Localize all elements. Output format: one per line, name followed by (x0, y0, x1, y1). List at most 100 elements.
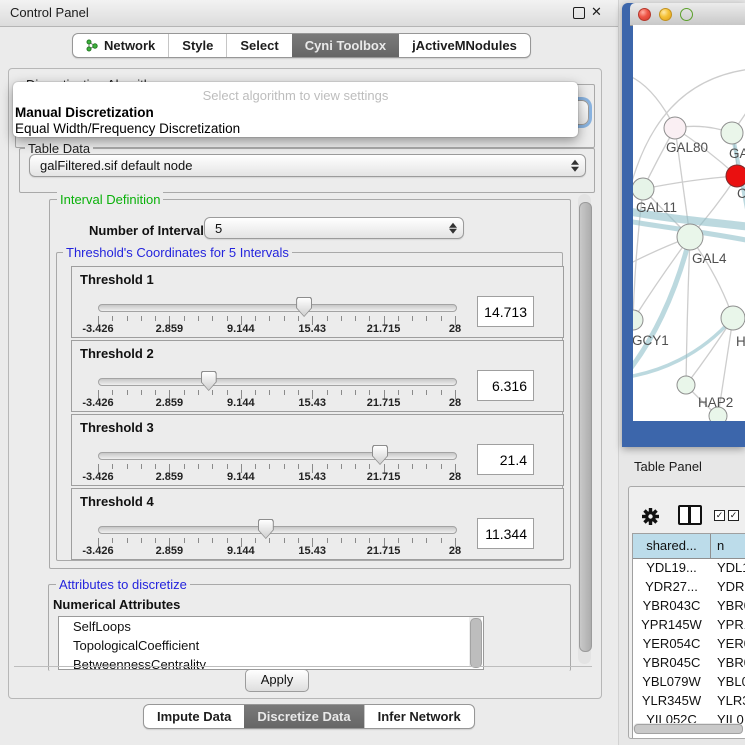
attributes-list-scrollbar-thumb[interactable] (470, 618, 482, 668)
table-row[interactable]: YBL079W YBL0 (633, 672, 745, 691)
threshold-label: Threshold 3 (80, 420, 154, 435)
table-row[interactable]: YBR043C YBR0 (633, 596, 745, 615)
attribute-item[interactable]: SelfLoops (59, 617, 483, 636)
network-node-gcy1[interactable] (633, 310, 643, 330)
network-node-gal80[interactable] (664, 117, 686, 139)
bottom-tab-bar: Impute DataDiscretize DataInfer Network (143, 704, 475, 729)
numerical-attributes-label: Numerical Attributes (53, 597, 180, 612)
table-row[interactable]: YER054C YER0 (633, 634, 745, 653)
split-columns-icon[interactable] (678, 505, 702, 525)
slider-tick (155, 390, 156, 395)
attribute-item[interactable]: BetweennessCentrality (59, 655, 483, 670)
network-node-gal11[interactable] (633, 178, 654, 200)
threshold-value-field[interactable]: 21.4 (477, 444, 534, 475)
algorithm-option[interactable]: Equal Width/Frequency Discretization (15, 121, 240, 136)
cell-shared-name[interactable]: YBL079W (633, 672, 710, 691)
cell-name[interactable]: YDL1 (717, 558, 745, 577)
network-node-hap2[interactable] (677, 376, 695, 394)
tab-network[interactable]: Network (73, 34, 168, 57)
slider-tick (269, 464, 270, 469)
cell-name[interactable]: YDR2 (717, 577, 745, 596)
network-window-titlebar[interactable] (630, 3, 745, 26)
network-edge[interactable] (633, 237, 690, 320)
network-edge[interactable] (690, 237, 733, 318)
gear-icon[interactable] (642, 508, 659, 525)
slider-tick (284, 390, 285, 395)
cell-shared-name[interactable]: YBR045C (633, 653, 710, 672)
threshold-value-field[interactable]: 6.316 (477, 370, 534, 401)
threshold-value-field[interactable]: 14.713 (477, 296, 534, 327)
cell-shared-name[interactable]: YBR043C (633, 596, 710, 615)
slider-thumb[interactable] (258, 519, 274, 539)
slider-track[interactable] (98, 452, 457, 460)
slider-thumb[interactable] (201, 371, 217, 391)
cell-name[interactable]: YER0 (717, 634, 745, 653)
slider-tick (184, 464, 185, 469)
slider-thumb[interactable] (296, 297, 312, 317)
table-row[interactable]: YBR045C YBR0 (633, 653, 745, 672)
slider-tick (369, 390, 370, 395)
slider-tick (341, 390, 342, 395)
cell-shared-name[interactable]: YDL19... (633, 558, 710, 577)
threshold-value-field[interactable]: 11.344 (477, 518, 534, 549)
table-row[interactable]: YLR345W YLR3 (633, 691, 745, 710)
checkbox-icon[interactable]: ✓ (728, 510, 739, 521)
cell-shared-name[interactable]: YLR345W (633, 691, 710, 710)
slider-tick (255, 538, 256, 543)
cell-name[interactable]: YPR1 (717, 615, 745, 634)
mac-close-button[interactable] (638, 8, 651, 21)
slider-track[interactable] (98, 304, 457, 312)
thresholds-group-label: Threshold's Coordinates for 5 Intervals (63, 245, 292, 260)
cell-name[interactable]: YBR0 (717, 596, 745, 615)
column-header-shared-name[interactable]: shared... (633, 534, 711, 559)
slider-tick-label: 9.144 (213, 545, 269, 557)
bottom-tab-impute-data[interactable]: Impute Data (144, 705, 244, 728)
cell-shared-name[interactable]: YER054C (633, 634, 710, 653)
numerical-attributes-list[interactable]: SelfLoopsTopologicalCoefficientBetweenne… (58, 616, 484, 670)
network-edge[interactable] (643, 176, 737, 189)
slider-tick (127, 464, 128, 469)
tab-select[interactable]: Select (226, 34, 291, 57)
bottom-tab-infer-network[interactable]: Infer Network (364, 705, 474, 728)
network-node-h[interactable] (721, 306, 745, 330)
apply-button[interactable]: Apply (245, 669, 309, 692)
cell-name[interactable]: YLR3 (717, 691, 745, 710)
number-of-intervals-combo[interactable]: 5 (204, 217, 464, 239)
float-window-icon[interactable] (573, 7, 585, 19)
cell-shared-name[interactable]: YDR27... (633, 577, 710, 596)
slider-tick (212, 390, 213, 395)
slider-tick (269, 390, 270, 395)
bottom-tab-discretize-data[interactable]: Discretize Data (244, 705, 363, 728)
algorithm-option[interactable]: Manual Discretization (15, 105, 154, 120)
table-row[interactable]: YDR27... YDR2 (633, 577, 745, 596)
network-canvas[interactable]: GAL80GACGAL11GAL4GCY1HHAP2 (633, 25, 745, 421)
tab-jactivemnodules[interactable]: jActiveMNodules (399, 34, 530, 57)
slider-tick (355, 538, 356, 543)
slider-thumb[interactable] (372, 445, 388, 465)
cell-name[interactable]: YBR0 (717, 653, 745, 672)
network-node-ga[interactable] (721, 122, 743, 144)
node-label: C (737, 186, 745, 201)
tab-style[interactable]: Style (168, 34, 226, 57)
slider-tick (327, 464, 328, 469)
table-data-combo[interactable]: galFiltered.sif default node (29, 154, 586, 177)
network-edge[interactable] (686, 237, 690, 385)
table-row[interactable]: YPR145W YPR1 (633, 615, 745, 634)
network-node-gal4[interactable] (677, 224, 703, 250)
mac-zoom-button[interactable] (680, 8, 693, 21)
network-node-c[interactable] (726, 165, 745, 187)
cell-name[interactable]: YBL0 (717, 672, 745, 691)
slider-track[interactable] (98, 378, 457, 386)
vertical-scrollbar-thumb[interactable] (579, 202, 592, 652)
network-view-window[interactable]: GAL80GACGAL11GAL4GCY1HHAP2 (622, 3, 745, 447)
mac-minimize-button[interactable] (659, 8, 672, 21)
tab-cyni-toolbox[interactable]: Cyni Toolbox (292, 34, 399, 57)
cell-shared-name[interactable]: YPR145W (633, 615, 710, 634)
attribute-item[interactable]: TopologicalCoefficient (59, 636, 483, 655)
checkbox-icon[interactable]: ✓ (714, 510, 725, 521)
column-header-name[interactable]: n (711, 534, 745, 559)
slider-track[interactable] (98, 526, 457, 534)
close-icon[interactable]: ✕ (591, 4, 602, 20)
table-row[interactable]: YDL19... YDL1 (633, 558, 745, 577)
table-horizontal-scrollbar-thumb[interactable] (634, 724, 743, 734)
